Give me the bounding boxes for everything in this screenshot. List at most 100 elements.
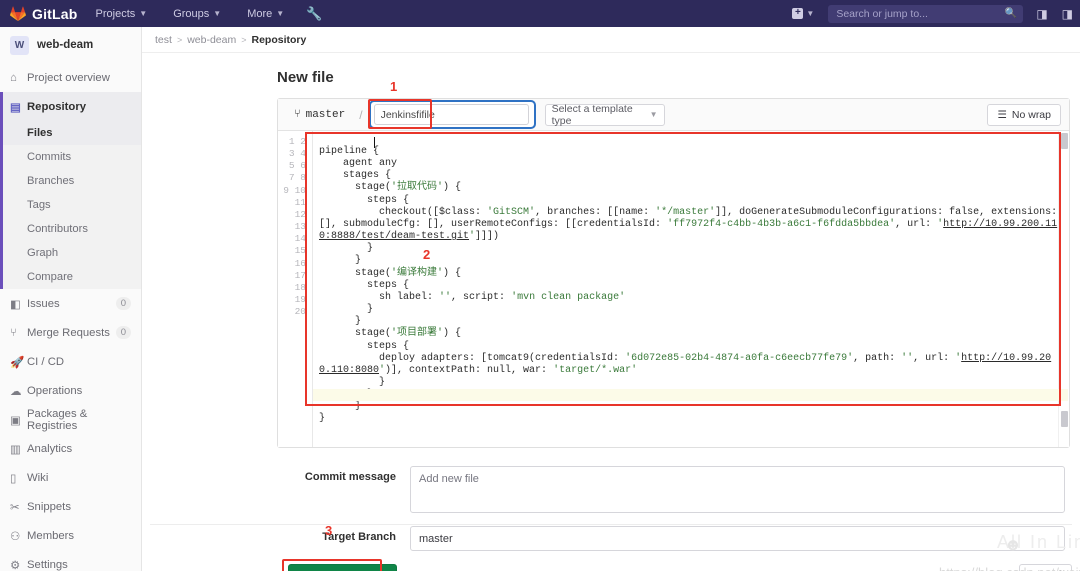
chevron-down-icon: ▼ xyxy=(649,110,658,119)
sidebar-item-members[interactable]: ⚇ Members xyxy=(0,521,141,550)
filename-field-wrapper[interactable] xyxy=(367,99,536,129)
rocket-icon: 🚀 xyxy=(10,356,25,369)
sidebar-subitem-contributors[interactable]: Contributors xyxy=(0,217,141,241)
branch-icon: ⑂ xyxy=(294,108,301,121)
filename-input[interactable] xyxy=(373,104,529,125)
sidebar-item-settings[interactable]: ⚙ Settings xyxy=(0,550,141,571)
no-wrap-label: No wrap xyxy=(1011,108,1051,121)
breadcrumb-item-test[interactable]: test xyxy=(155,34,172,46)
merge-requests-icon[interactable]: ◨ xyxy=(1055,7,1080,21)
text-cursor xyxy=(374,137,375,148)
breadcrumb: test > web-deam > Repository xyxy=(142,27,1080,53)
file-editor-card: ⑂ master / Select a template type ▼ ☰ No… xyxy=(277,98,1070,448)
sidebar-subitem-compare[interactable]: Compare xyxy=(0,265,141,289)
active-line-highlight xyxy=(313,389,1068,401)
target-branch-row: Target Branch xyxy=(142,526,1080,551)
chevron-down-icon: ▼ xyxy=(213,9,222,18)
nav-groups-label: Groups xyxy=(173,7,210,20)
search-box[interactable]: 🔍 xyxy=(828,4,1024,23)
branch-indicator: ⑂ master xyxy=(286,109,353,121)
home-icon: ⌂ xyxy=(10,71,17,84)
sidebar-item-ci-cd[interactable]: 🚀 CI / CD xyxy=(0,347,141,376)
sidebar-subitem-label: Files xyxy=(27,127,53,139)
chevron-down-icon: ▼ xyxy=(139,9,148,18)
wrench-icon[interactable]: 🔧 xyxy=(306,6,322,22)
sidebar-item-label: Snippets xyxy=(27,500,71,513)
sidebar-subitem-label: Contributors xyxy=(27,223,88,235)
package-icon: ▣ xyxy=(10,414,21,427)
sidebar-item-snippets[interactable]: ✂ Snippets xyxy=(0,492,141,521)
nav-more[interactable]: More ▼ xyxy=(239,4,292,24)
document-icon: ▤ xyxy=(10,101,21,114)
nav-groups[interactable]: Groups ▼ xyxy=(165,4,229,24)
sidebar-item-project-overview[interactable]: ⌂ Project overview xyxy=(0,63,141,92)
template-type-label: Select a template type xyxy=(551,102,633,127)
commit-form: Commit message Target Branch Commit chan… xyxy=(142,466,1080,571)
sidebar-subitem-commits[interactable]: Commits xyxy=(0,145,141,169)
no-wrap-button[interactable]: ☰ No wrap xyxy=(987,103,1061,126)
sidebar-item-operations[interactable]: ☁ Operations xyxy=(0,376,141,405)
breadcrumb-item-repository: Repository xyxy=(251,33,307,46)
cancel-button[interactable]: Cancel xyxy=(1019,564,1072,571)
sidebar-repository-submenu: Files Commits Branches Tags Contributors… xyxy=(0,121,141,289)
chevron-right-icon: > xyxy=(241,34,247,45)
merge-icon: ⑂ xyxy=(10,326,17,339)
sidebar-subitem-files[interactable]: Files xyxy=(0,121,141,145)
target-branch-label: Target Branch xyxy=(322,531,396,543)
issue-icon: ◧ xyxy=(10,298,21,311)
sidebar-item-issues[interactable]: ◧ Issues 0 xyxy=(0,289,141,318)
sidebar-item-label: Operations xyxy=(27,384,83,397)
merge-requests-count-badge: 0 xyxy=(115,326,131,339)
search-input[interactable] xyxy=(828,4,1024,23)
annotation-1: 1 xyxy=(390,79,398,94)
users-icon: ⚇ xyxy=(10,530,21,543)
commit-message-label: Commit message xyxy=(304,471,396,483)
project-avatar: W xyxy=(10,35,29,55)
path-separator: / xyxy=(359,107,363,122)
commit-message-row: Commit message xyxy=(142,466,1080,513)
sidebar-subitem-label: Commits xyxy=(27,151,72,163)
gitlab-wordmark: GitLab xyxy=(32,5,78,22)
main-content: test > web-deam > Repository New file 1 … xyxy=(142,27,1080,571)
sidebar-subitem-label: Compare xyxy=(27,271,74,283)
sidebar-project-header[interactable]: W web-deam xyxy=(0,27,141,63)
nav-more-label: More xyxy=(247,7,273,20)
sidebar-subitem-label: Branches xyxy=(27,175,75,187)
new-item-button[interactable]: + ▼ xyxy=(784,8,822,19)
page-title: New file xyxy=(277,69,334,86)
nav-projects[interactable]: Projects ▼ xyxy=(88,4,156,24)
form-divider xyxy=(150,524,1072,525)
sidebar-item-wiki[interactable]: ▯ Wiki xyxy=(0,463,141,492)
issues-icon[interactable]: ◨ xyxy=(1029,7,1054,21)
sidebar-item-label: Packages & Registries xyxy=(27,407,88,432)
top-navbar: GitLab Projects ▼ Groups ▼ More ▼ 🔧 + ▼ … xyxy=(0,0,1080,27)
sidebar-item-analytics[interactable]: ▥ Analytics xyxy=(0,434,141,463)
sidebar-subitem-graph[interactable]: Graph xyxy=(0,241,141,265)
gitlab-logo[interactable]: GitLab xyxy=(10,6,78,22)
sidebar-subitem-branches[interactable]: Branches xyxy=(0,169,141,193)
target-branch-input[interactable] xyxy=(410,526,1065,551)
sidebar-item-packages-registries[interactable]: ▣ Packages & Registries xyxy=(0,405,141,434)
commit-message-input[interactable] xyxy=(410,466,1065,513)
form-button-row: Commit changes Cancel xyxy=(142,559,1080,571)
sidebar-item-label: Merge Requests xyxy=(27,326,110,339)
commit-changes-button[interactable]: Commit changes xyxy=(288,564,397,571)
topbar-right-group: + ▼ 🔍 ◨ ◨ xyxy=(784,0,1080,27)
breadcrumb-item-project[interactable]: web-deam xyxy=(187,34,236,46)
sidebar-item-label: Repository xyxy=(27,100,87,113)
sidebar-item-label: Wiki xyxy=(27,471,49,484)
sidebar-item-repository[interactable]: ▤ Repository xyxy=(0,92,141,121)
annotation-3: 3 xyxy=(325,523,333,538)
book-icon: ▯ xyxy=(10,472,17,485)
annotation-2: 2 xyxy=(423,247,431,262)
project-name: web-deam xyxy=(37,39,94,51)
project-sidebar: W web-deam ⌂ Project overview ▤ Reposito… xyxy=(0,27,142,571)
sidebar-item-label: CI / CD xyxy=(27,355,65,368)
sidebar-subitem-tags[interactable]: Tags xyxy=(0,193,141,217)
template-type-select[interactable]: Select a template type ▼ xyxy=(544,102,665,127)
plus-square-icon: + xyxy=(792,8,804,19)
sidebar-item-label: Issues xyxy=(27,297,60,310)
sidebar-item-label: Project overview xyxy=(27,71,110,84)
code-editor-area[interactable]: 1 2 3 4 5 6 7 8 9 10 11 12 13 14 15 16 1… xyxy=(278,131,1069,447)
sidebar-item-merge-requests[interactable]: ⑂ Merge Requests 0 xyxy=(0,318,141,347)
